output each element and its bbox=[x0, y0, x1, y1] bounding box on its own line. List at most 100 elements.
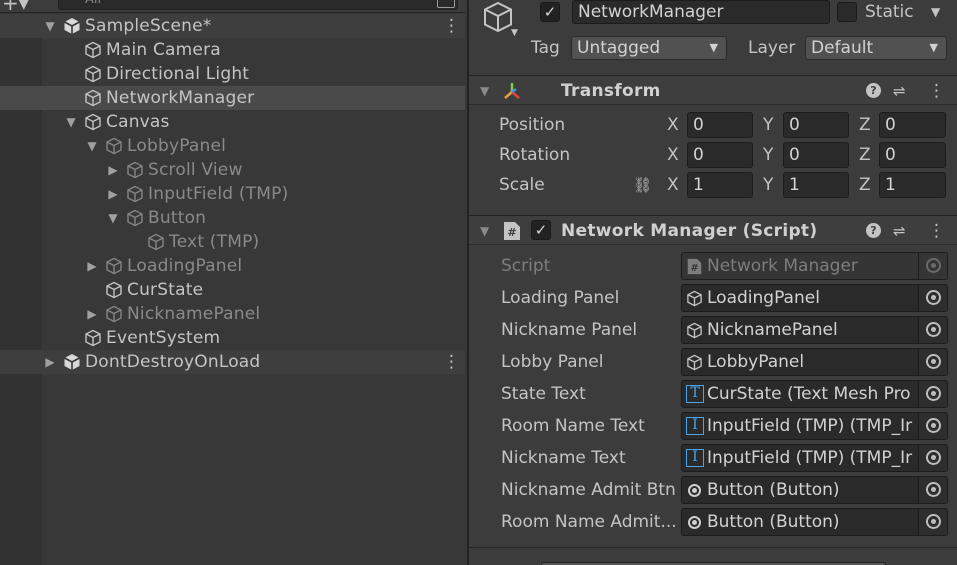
constrain-proportions-icon[interactable]: ⛓ bbox=[633, 172, 652, 198]
position-x-field[interactable]: 0 bbox=[687, 112, 753, 138]
gameobject-name-field[interactable]: NetworkManager bbox=[572, 0, 830, 24]
gameobject-icon bbox=[127, 185, 143, 203]
hierarchy-item[interactable]: ▶ LoadingPanel bbox=[0, 254, 465, 278]
object-picker-button[interactable] bbox=[918, 445, 947, 471]
gameobject-icon bbox=[687, 354, 702, 371]
hierarchy-scene-row[interactable]: ▶ DontDestroyOnLoad ⋮ bbox=[0, 350, 465, 374]
gameobject-icon bbox=[106, 137, 122, 155]
icon-dropdown-icon[interactable]: ▼ bbox=[511, 28, 518, 38]
rotation-x-field[interactable]: 0 bbox=[687, 142, 753, 168]
hierarchy-item-label: InputField (TMP) bbox=[148, 184, 289, 204]
hierarchy-item[interactable]: EventSystem bbox=[0, 326, 465, 350]
expand-down-icon[interactable]: ▼ bbox=[85, 134, 99, 158]
object-reference-field[interactable]: Button (Button) bbox=[681, 476, 948, 504]
static-checkbox[interactable]: ✓ bbox=[837, 2, 857, 22]
object-reference-field[interactable]: # Network Manager bbox=[681, 252, 948, 280]
preset-sliders-icon[interactable]: ⇌ bbox=[893, 216, 906, 246]
gameobject-icon bbox=[687, 322, 702, 339]
object-picker-icon bbox=[926, 450, 941, 465]
expand-right-icon[interactable]: ▶ bbox=[106, 158, 120, 182]
static-label: Static bbox=[865, 2, 914, 22]
create-plus-icon[interactable]: +▾ bbox=[2, 0, 29, 12]
scene-menu-icon[interactable]: ⋮ bbox=[443, 350, 460, 374]
hierarchy-item[interactable]: ▶ InputField (TMP) bbox=[0, 182, 465, 206]
active-checkbox[interactable]: ✓ bbox=[540, 2, 560, 22]
axis-x-label: X bbox=[667, 175, 679, 195]
inspector-panel: ▼ ✓ NetworkManager ✓ Static ▼ Tag Untagg… bbox=[467, 0, 957, 565]
script-enabled-checkbox[interactable]: ✓ bbox=[531, 220, 551, 240]
field-label: Nickname Admit Btn bbox=[501, 480, 676, 500]
object-reference-field[interactable]: T CurState (Text Mesh Pro bbox=[681, 380, 948, 408]
scale-y-field[interactable]: 1 bbox=[783, 172, 849, 198]
layer-dropdown[interactable]: Default ▼ bbox=[805, 36, 947, 60]
expand-right-icon[interactable]: ▶ bbox=[106, 182, 120, 206]
transform-component-header[interactable]: ▼ Transform ? ⇌ ⋮ bbox=[469, 75, 957, 105]
object-reference-field[interactable]: Button (Button) bbox=[681, 508, 948, 536]
lock-icon[interactable] bbox=[437, 0, 455, 8]
object-reference-field[interactable]: LobbyPanel bbox=[681, 348, 948, 376]
hierarchy-item[interactable]: ▼ Button bbox=[0, 206, 465, 230]
object-picker-button[interactable] bbox=[918, 413, 947, 439]
help-icon[interactable]: ? bbox=[866, 83, 881, 98]
axis-z-label: Z bbox=[859, 145, 871, 165]
preset-sliders-icon[interactable]: ⇌ bbox=[893, 76, 906, 106]
expand-right-icon[interactable]: ▶ bbox=[85, 254, 99, 278]
object-picker-button[interactable] bbox=[918, 317, 947, 343]
object-picker-button[interactable] bbox=[918, 285, 947, 311]
hierarchy-item[interactable]: Directional Light bbox=[0, 62, 465, 86]
help-icon[interactable]: ? bbox=[866, 223, 881, 238]
static-dropdown-icon[interactable]: ▼ bbox=[931, 0, 940, 24]
object-picker-button[interactable] bbox=[918, 381, 947, 407]
component-menu-icon[interactable]: ⋮ bbox=[928, 76, 945, 106]
rotation-y-field[interactable]: 0 bbox=[783, 142, 849, 168]
scale-z-field[interactable]: 1 bbox=[879, 172, 946, 198]
axis-x-label: X bbox=[667, 115, 679, 135]
object-reference-value: Button (Button) bbox=[707, 480, 840, 500]
object-picker-button[interactable] bbox=[918, 509, 947, 535]
object-reference-field[interactable]: NicknamePanel bbox=[681, 316, 948, 344]
scale-x-field[interactable]: 1 bbox=[687, 172, 753, 198]
foldout-icon[interactable]: ▼ bbox=[480, 76, 489, 106]
tag-label: Tag bbox=[531, 38, 560, 58]
hierarchy-search-input[interactable]: All bbox=[58, 0, 458, 10]
scene-menu-icon[interactable]: ⋮ bbox=[443, 14, 460, 38]
axis-y-label: Y bbox=[763, 115, 774, 135]
hierarchy-item[interactable]: Main Camera bbox=[0, 38, 465, 62]
object-reference-field[interactable]: I InputField (TMP) (TMP_Ir bbox=[681, 412, 948, 440]
hierarchy-scene-row[interactable]: ▼ SampleScene* ⋮ bbox=[0, 14, 465, 38]
position-z-field[interactable]: 0 bbox=[879, 112, 946, 138]
object-picker-button[interactable] bbox=[918, 477, 947, 503]
foldout-icon[interactable]: ▼ bbox=[480, 216, 489, 246]
script-component-header[interactable]: ▼ # ✓ Network Manager (Script) ? ⇌ ⋮ bbox=[469, 215, 957, 245]
rotation-z-field[interactable]: 0 bbox=[879, 142, 946, 168]
expand-right-icon[interactable]: ▶ bbox=[85, 302, 99, 326]
hierarchy-item-label: EventSystem bbox=[106, 328, 221, 348]
expand-down-icon[interactable]: ▼ bbox=[64, 110, 78, 134]
object-reference-field[interactable]: I InputField (TMP) (TMP_Ir bbox=[681, 444, 948, 472]
svg-text:#: # bbox=[691, 263, 699, 274]
expand-down-icon[interactable]: ▼ bbox=[43, 14, 57, 38]
hierarchy-item[interactable]: Text (TMP) bbox=[0, 230, 465, 254]
axis-y-label: Y bbox=[763, 175, 774, 195]
object-reference-field[interactable]: LoadingPanel bbox=[681, 284, 948, 312]
component-menu-icon[interactable]: ⋮ bbox=[928, 216, 945, 246]
axis-x-label: X bbox=[667, 145, 679, 165]
object-picker-icon bbox=[926, 418, 941, 433]
hierarchy-item[interactable]: ▶ NicknamePanel bbox=[0, 302, 465, 326]
hierarchy-item[interactable]: ▶ Scroll View bbox=[0, 158, 465, 182]
expand-down-icon[interactable]: ▼ bbox=[106, 206, 120, 230]
gameobject-icon bbox=[127, 161, 143, 179]
hierarchy-item[interactable]: NetworkManager bbox=[0, 86, 465, 110]
object-reference-value: Button (Button) bbox=[707, 512, 840, 532]
position-y-field[interactable]: 0 bbox=[783, 112, 849, 138]
tag-dropdown[interactable]: Untagged ▼ bbox=[571, 36, 727, 60]
object-picker-button[interactable] bbox=[918, 253, 947, 279]
hierarchy-item[interactable]: ▼ Canvas bbox=[0, 110, 465, 134]
hierarchy-item[interactable]: CurState bbox=[0, 278, 465, 302]
axis-y-label: Y bbox=[763, 145, 774, 165]
hierarchy-item[interactable]: ▼ LobbyPanel bbox=[0, 134, 465, 158]
expand-right-icon[interactable]: ▶ bbox=[43, 350, 57, 374]
layer-label: Layer bbox=[748, 38, 796, 58]
object-picker-button[interactable] bbox=[918, 349, 947, 375]
gameobject-icon bbox=[85, 65, 101, 83]
